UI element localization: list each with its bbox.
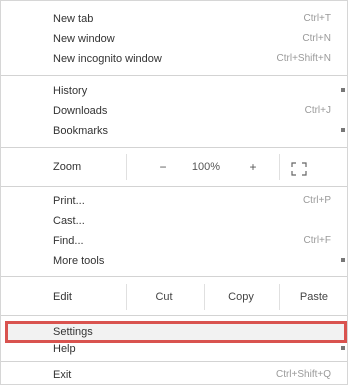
edit-divider (279, 284, 280, 310)
submenu-arrow-icon (341, 258, 345, 262)
submenu-arrow-icon (341, 346, 345, 350)
menu-item-downloads[interactable]: Downloads Ctrl+J (1, 101, 347, 121)
menu-item-new-window[interactable]: New window Ctrl+N (1, 29, 347, 49)
menu-separator (1, 186, 347, 187)
menu-item-label: More tools (53, 255, 105, 267)
menu-item-history[interactable]: History (1, 81, 347, 101)
submenu-arrow-icon (341, 128, 345, 132)
menu-item-shortcut: Ctrl+J (304, 105, 331, 116)
menu-separator (1, 75, 347, 76)
fullscreen-icon[interactable] (291, 160, 307, 176)
menu-item-more-tools[interactable]: More tools (1, 251, 347, 271)
menu-separator (1, 147, 347, 148)
menu-separator (1, 276, 347, 277)
menu-item-shortcut: Ctrl+Shift+N (276, 53, 331, 64)
menu-item-label: New tab (53, 13, 94, 25)
menu-item-find[interactable]: Find... Ctrl+F (1, 231, 347, 251)
menu-item-shortcut: Ctrl+P (302, 195, 331, 206)
cut-button[interactable]: Cut (134, 284, 194, 310)
paste-button[interactable]: Paste (287, 284, 341, 310)
menu-item-cast[interactable]: Cast... (1, 211, 347, 231)
menu-separator (1, 361, 347, 362)
edit-divider (204, 284, 205, 310)
menu-item-bookmarks[interactable]: Bookmarks (1, 121, 347, 141)
menu-item-label: New window (53, 33, 115, 45)
menu-item-new-incognito-window[interactable]: New incognito window Ctrl+Shift+N (1, 49, 347, 69)
zoom-divider (279, 154, 280, 180)
menu-item-label: Help (53, 343, 76, 355)
submenu-arrow-icon (341, 88, 345, 92)
menu-item-label: Exit (53, 369, 72, 381)
edit-row: Edit Cut Copy Paste (1, 284, 347, 310)
copy-button[interactable]: Copy (213, 284, 269, 310)
menu-item-label: Downloads (53, 105, 108, 117)
menu-item-print[interactable]: Print... Ctrl+P (1, 191, 347, 211)
menu-item-shortcut: Ctrl+T (303, 13, 332, 24)
zoom-row: Zoom − 100% + (1, 154, 347, 180)
menu-item-shortcut: Ctrl+F (303, 235, 332, 246)
menu-item-new-tab[interactable]: New tab Ctrl+T (1, 9, 347, 29)
menu-item-label: History (53, 85, 88, 97)
menu-item-label: Find... (53, 235, 84, 247)
zoom-in-button[interactable]: + (234, 154, 272, 180)
chrome-context-menu: New tab Ctrl+T New window Ctrl+N New inc… (0, 0, 348, 385)
menu-item-label: Print... (53, 195, 85, 207)
zoom-label: Zoom (53, 161, 82, 173)
menu-item-label: New incognito window (53, 53, 162, 65)
menu-item-help[interactable]: Help (1, 339, 347, 359)
edit-divider (126, 284, 127, 310)
menu-item-label: Bookmarks (53, 125, 109, 137)
menu-separator (1, 315, 347, 316)
edit-label: Edit (53, 291, 72, 303)
zoom-level: 100% (191, 161, 221, 173)
menu-item-label: Cast... (53, 215, 85, 227)
menu-item-shortcut: Ctrl+N (302, 33, 331, 44)
zoom-divider (126, 154, 127, 180)
menu-item-shortcut: Ctrl+Shift+Q (275, 369, 331, 380)
menu-item-exit[interactable]: Exit Ctrl+Shift+Q (1, 365, 347, 384)
